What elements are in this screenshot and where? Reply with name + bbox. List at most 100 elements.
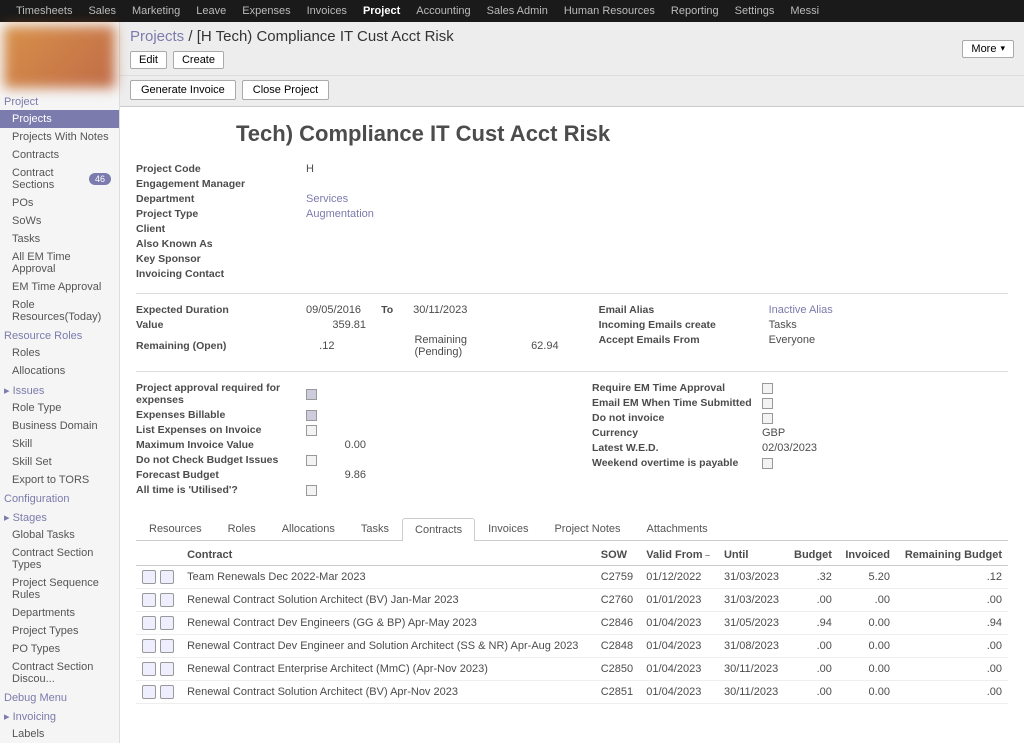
sidebar-item-contract-sections[interactable]: Contract Sections46 <box>0 164 119 194</box>
topnav-sales-admin[interactable]: Sales Admin <box>479 0 556 22</box>
more-button[interactable]: More <box>962 40 1014 58</box>
field-do-not-check-budget-issues: Do not Check Budget Issues <box>136 454 552 466</box>
link-icon[interactable] <box>160 685 174 699</box>
sidebar-item-po-types[interactable]: PO Types <box>0 640 119 658</box>
table-row[interactable]: Renewal Contract Dev Engineer and Soluti… <box>136 635 1008 658</box>
sidebar-item-projects-with-notes[interactable]: Projects With Notes <box>0 128 119 146</box>
sidebar-item-em-time-approval[interactable]: EM Time Approval <box>0 278 119 296</box>
topnav-project[interactable]: Project <box>355 0 408 22</box>
doc-icon[interactable] <box>142 616 156 630</box>
tab-attachments[interactable]: Attachments <box>634 517 721 540</box>
checkbox[interactable] <box>762 458 773 469</box>
sidebar-item-pos[interactable]: POs <box>0 194 119 212</box>
col-invoiced[interactable]: Invoiced <box>838 545 896 566</box>
sidebar-item-tasks[interactable]: Tasks <box>0 230 119 248</box>
field-forecast-budget: Forecast Budget9.86 <box>136 469 552 481</box>
sidebar-item-projects[interactable]: Projects <box>0 110 119 128</box>
table-row[interactable]: Renewal Contract Dev Engineers (GG & BP)… <box>136 612 1008 635</box>
col-valid-from[interactable]: Valid From <box>640 545 718 566</box>
checkbox[interactable] <box>762 413 773 424</box>
doc-icon[interactable] <box>142 639 156 653</box>
topnav-accounting[interactable]: Accounting <box>408 0 478 22</box>
doc-icon[interactable] <box>142 662 156 676</box>
sidebar-item-project-types[interactable]: Project Types <box>0 622 119 640</box>
col-sow[interactable]: SOW <box>595 545 641 566</box>
sidebar-item-roles[interactable]: Roles <box>0 344 119 362</box>
checkbox[interactable] <box>306 485 317 496</box>
topnav-leave[interactable]: Leave <box>188 0 234 22</box>
field-do-not-invoice: Do not invoice <box>592 412 1008 424</box>
tab-project-notes[interactable]: Project Notes <box>541 517 633 540</box>
sidebar-section-stages[interactable]: ▸ Stages <box>0 507 119 526</box>
link-icon[interactable] <box>160 593 174 607</box>
tab-allocations[interactable]: Allocations <box>269 517 348 540</box>
topnav-messi[interactable]: Messi <box>782 0 827 22</box>
checkbox[interactable] <box>762 398 773 409</box>
field-project-code: Project CodeH <box>136 163 552 175</box>
sidebar-section-invoicing[interactable]: ▸ Invoicing <box>0 706 119 725</box>
sidebar-item-sows[interactable]: SoWs <box>0 212 119 230</box>
sidebar-item-role-resources-today-[interactable]: Role Resources(Today) <box>0 296 119 326</box>
table-row[interactable]: Team Renewals Dec 2022-Mar 2023C275901/1… <box>136 566 1008 589</box>
topnav-settings[interactable]: Settings <box>727 0 783 22</box>
topnav-expenses[interactable]: Expenses <box>234 0 298 22</box>
sidebar-item-contract-section-types[interactable]: Contract Section Types <box>0 544 119 574</box>
sidebar-item-skill[interactable]: Skill <box>0 435 119 453</box>
topnav-human-resources[interactable]: Human Resources <box>556 0 663 22</box>
topnav-reporting[interactable]: Reporting <box>663 0 727 22</box>
sidebar-item-labels[interactable]: Labels <box>0 725 119 743</box>
sidebar-item-project-sequence-rules[interactable]: Project Sequence Rules <box>0 574 119 604</box>
doc-icon[interactable] <box>142 593 156 607</box>
page-title: Tech) Compliance IT Cust Acct Risk <box>136 121 1008 147</box>
link-icon[interactable] <box>160 616 174 630</box>
checkbox[interactable] <box>306 389 317 400</box>
tab-tasks[interactable]: Tasks <box>348 517 402 540</box>
create-button[interactable]: Create <box>173 51 224 69</box>
sidebar-item-role-type[interactable]: Role Type <box>0 399 119 417</box>
tab-contracts[interactable]: Contracts <box>402 518 475 541</box>
table-row[interactable]: Renewal Contract Solution Architect (BV)… <box>136 589 1008 612</box>
col-remaining-budget[interactable]: Remaining Budget <box>896 545 1008 566</box>
col-contract[interactable]: Contract <box>181 545 595 566</box>
topnav-timesheets[interactable]: Timesheets <box>8 0 80 22</box>
tab-roles[interactable]: Roles <box>215 517 269 540</box>
col-budget[interactable]: Budget <box>787 545 838 566</box>
field-client: Client <box>136 223 552 235</box>
field-currency: CurrencyGBP <box>592 427 1008 439</box>
doc-icon[interactable] <box>142 685 156 699</box>
field-email-alias: Email AliasInactive Alias <box>599 304 1008 316</box>
sidebar-item-global-tasks[interactable]: Global Tasks <box>0 526 119 544</box>
topnav-marketing[interactable]: Marketing <box>124 0 188 22</box>
checkbox[interactable] <box>306 455 317 466</box>
table-row[interactable]: Renewal Contract Enterprise Architect (M… <box>136 658 1008 681</box>
sidebar-item-allocations[interactable]: Allocations <box>0 362 119 380</box>
link-icon[interactable] <box>160 570 174 584</box>
close-project-button[interactable]: Close Project <box>242 80 329 100</box>
checkbox[interactable] <box>306 410 317 421</box>
topnav-sales[interactable]: Sales <box>80 0 124 22</box>
field-department: DepartmentServices <box>136 193 552 205</box>
tab-invoices[interactable]: Invoices <box>475 517 541 540</box>
checkbox[interactable] <box>762 383 773 394</box>
sidebar-section-issues[interactable]: ▸ Issues <box>0 380 119 399</box>
link-icon[interactable] <box>160 662 174 676</box>
generate-invoice-button[interactable]: Generate Invoice <box>130 80 236 100</box>
sidebar-item-export-to-tors[interactable]: Export to TORS <box>0 471 119 489</box>
table-row[interactable]: Renewal Contract Solution Architect (BV)… <box>136 681 1008 704</box>
sidebar-item-all-em-time-approval[interactable]: All EM Time Approval <box>0 248 119 278</box>
doc-icon[interactable] <box>142 570 156 584</box>
sidebar-section-resource-roles: Resource Roles <box>0 326 119 344</box>
sidebar-item-skill-set[interactable]: Skill Set <box>0 453 119 471</box>
edit-button[interactable]: Edit <box>130 51 167 69</box>
link-icon[interactable] <box>160 639 174 653</box>
sidebar-item-contracts[interactable]: Contracts <box>0 146 119 164</box>
col-icons[interactable] <box>136 545 181 566</box>
sidebar-item-contract-section-discou-[interactable]: Contract Section Discou... <box>0 658 119 688</box>
breadcrumb-root[interactable]: Projects <box>130 28 184 45</box>
tab-resources[interactable]: Resources <box>136 517 215 540</box>
topnav-invoices[interactable]: Invoices <box>299 0 355 22</box>
checkbox[interactable] <box>306 425 317 436</box>
sidebar-item-business-domain[interactable]: Business Domain <box>0 417 119 435</box>
col-until[interactable]: Until <box>718 545 787 566</box>
field-invoicing-contact: Invoicing Contact <box>136 268 552 280</box>
